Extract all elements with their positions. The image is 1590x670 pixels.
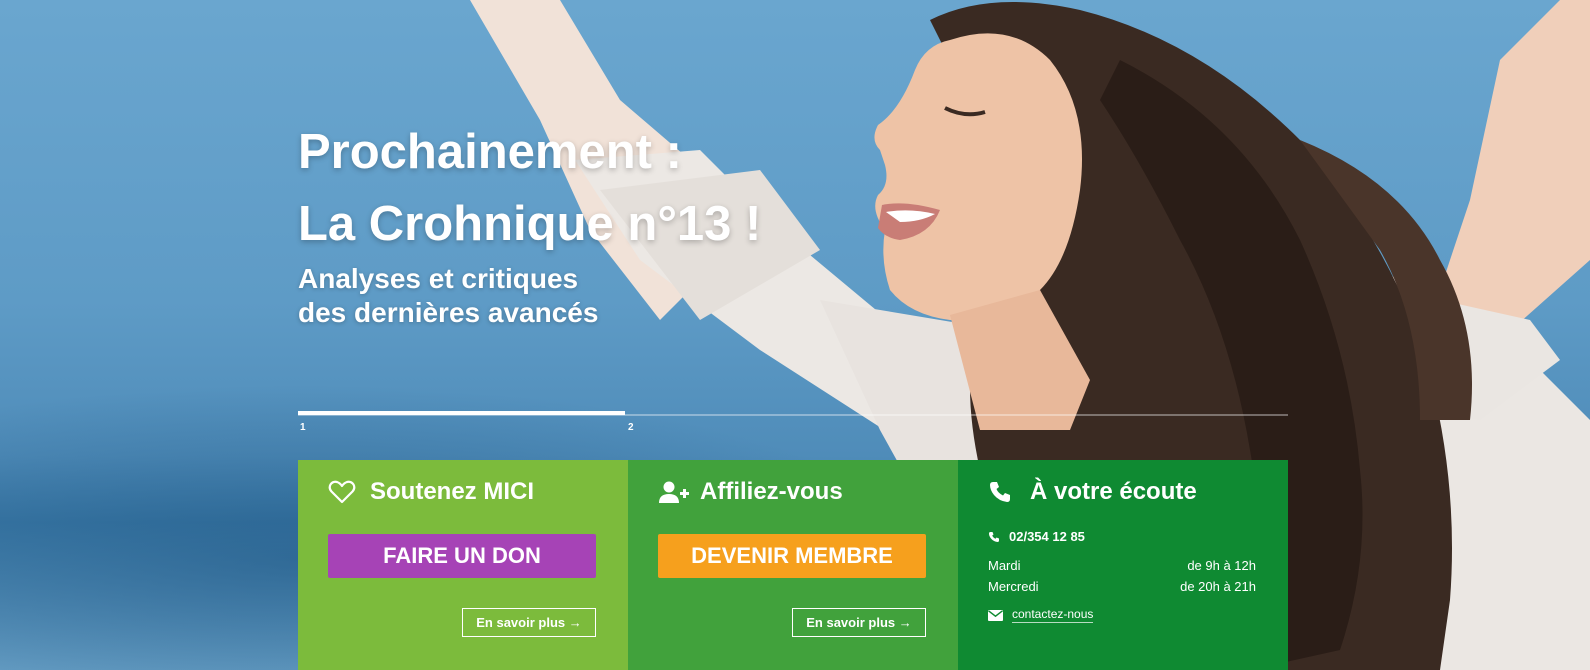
listen-box: À votre écoute 02/354 12 85 Mardi de 9h …	[958, 460, 1288, 670]
support-box-title-text: Soutenez MICI	[370, 478, 535, 505]
hero-subline-line2: des dernières avancés	[298, 297, 599, 328]
hours-time: de 9h à 12h	[1187, 558, 1256, 573]
listen-box-title: À votre écoute	[988, 477, 1197, 507]
user-plus-icon	[658, 479, 690, 505]
hours-row: Mardi de 9h à 12h	[988, 555, 1256, 576]
join-learn-more-button[interactable]: En savoir plus →	[792, 608, 926, 637]
support-learn-more-button[interactable]: En savoir plus →	[462, 608, 596, 637]
support-box: Soutenez MICI FAIRE UN DON En savoir plu…	[298, 460, 628, 670]
phone-icon	[988, 479, 1020, 505]
hero-headline-line2: La Crohnique n°13 !	[298, 197, 762, 251]
slide-indicator-2[interactable]: 2	[628, 422, 634, 433]
slide-indicator-1[interactable]: 1	[300, 422, 306, 433]
join-box: Affiliez-vous DEVENIR MEMBRE En savoir p…	[628, 460, 958, 670]
hours-day: Mercredi	[988, 579, 1039, 594]
phone-number[interactable]: 02/354 12 85	[1009, 529, 1085, 544]
hours-time: de 20h à 21h	[1180, 579, 1256, 594]
hero-subline: Analyses et critiques des dernières avan…	[298, 262, 598, 330]
hours-row: Mercredi de 20h à 21h	[988, 576, 1256, 597]
envelope-icon	[988, 609, 1003, 621]
heart-icon	[328, 479, 360, 505]
hours-day: Mardi	[988, 558, 1021, 573]
listen-box-title-text: À votre écoute	[1030, 478, 1197, 505]
contact-us-link[interactable]: contactez-nous	[1012, 607, 1094, 623]
hero-headline: Prochainement : La Crohnique n°13 !	[298, 116, 761, 260]
join-box-title: Affiliez-vous	[658, 477, 843, 507]
phone-number-line: 02/354 12 85	[988, 529, 1085, 544]
phone-small-icon	[989, 531, 999, 542]
hero-headline-line1: Prochainement :	[298, 125, 682, 179]
join-box-title-text: Affiliez-vous	[700, 478, 843, 505]
become-member-button[interactable]: DEVENIR MEMBRE	[658, 534, 926, 578]
slider-progress-fill	[298, 411, 625, 415]
donate-button[interactable]: FAIRE UN DON	[328, 534, 596, 578]
opening-hours: Mardi de 9h à 12h Mercredi de 20h à 21h	[988, 555, 1256, 597]
hero-subline-line1: Analyses et critiques	[298, 263, 579, 294]
contact-line: contactez-nous	[988, 607, 1094, 623]
support-box-title: Soutenez MICI	[328, 477, 534, 507]
